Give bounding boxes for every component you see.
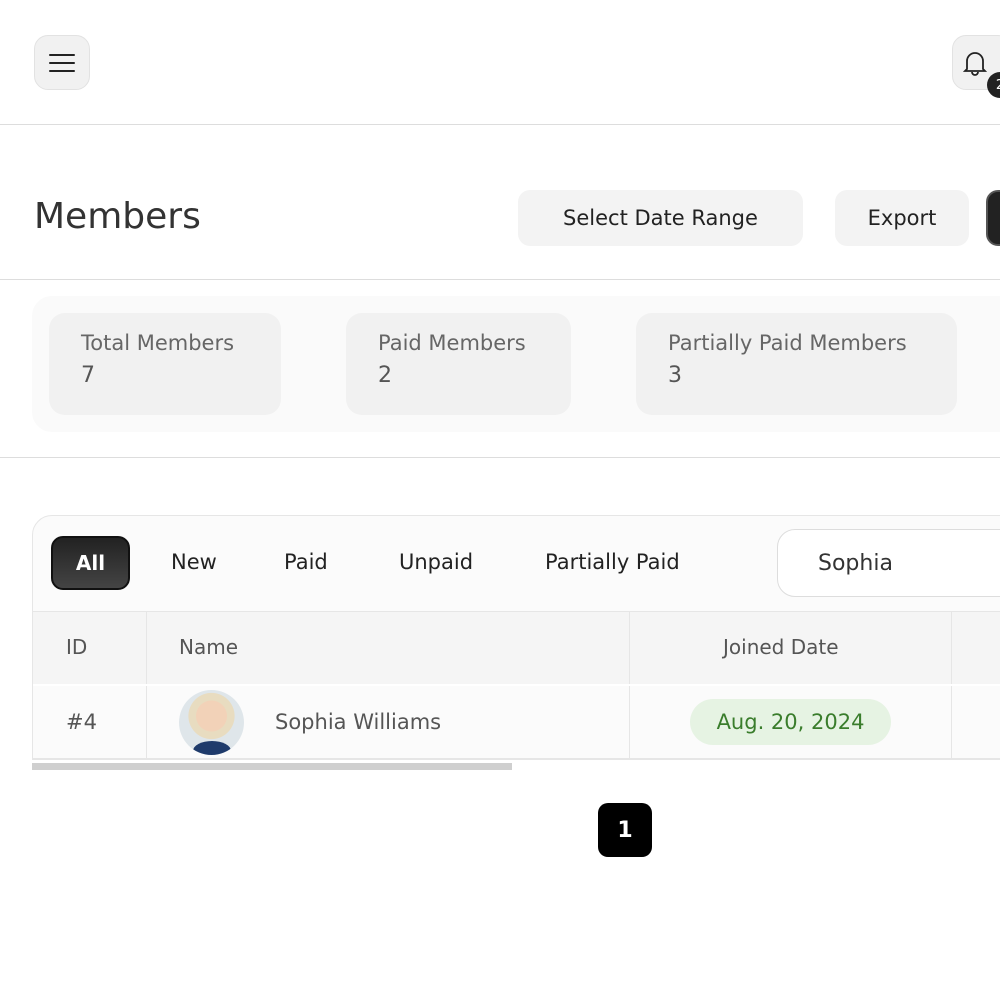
header-divider — [0, 124, 1000, 125]
pagination-page-1[interactable]: 1 — [598, 803, 652, 857]
stat-partially-paid-members: Partially Paid Members 3 — [636, 313, 957, 415]
column-header-id[interactable]: ID — [66, 635, 87, 659]
column-header-joined-date[interactable]: Joined Date — [723, 635, 839, 659]
tab-all[interactable]: All — [51, 536, 130, 590]
horizontal-scrollbar[interactable] — [32, 763, 512, 770]
title-divider — [0, 279, 1000, 280]
avatar — [179, 690, 244, 755]
search-input[interactable]: Sophia — [777, 529, 1000, 597]
tab-unpaid[interactable]: Unpaid — [399, 550, 473, 574]
column-header-name[interactable]: Name — [179, 635, 238, 659]
row-divider — [33, 684, 1000, 686]
tab-paid[interactable]: Paid — [284, 550, 328, 574]
bell-icon — [963, 51, 987, 76]
stat-paid-members: Paid Members 2 — [346, 313, 571, 415]
stats-divider — [0, 457, 1000, 458]
stat-total-members: Total Members 7 — [49, 313, 281, 415]
page-title: Members — [34, 196, 201, 237]
joined-date-badge: Aug. 20, 2024 — [690, 699, 891, 745]
menu-button[interactable] — [34, 35, 90, 90]
primary-action-button[interactable] — [986, 190, 1000, 246]
tab-new[interactable]: New — [171, 550, 217, 574]
member-id: #4 — [66, 710, 97, 734]
export-button[interactable]: Export — [835, 190, 969, 246]
notification-badge: 2 — [987, 72, 1000, 98]
table-bottom-border — [33, 758, 1000, 759]
member-name[interactable]: Sophia Williams — [275, 710, 441, 734]
tab-partially-paid[interactable]: Partially Paid — [545, 550, 680, 574]
hamburger-icon — [49, 53, 75, 72]
select-date-range-button[interactable]: Select Date Range — [518, 190, 803, 246]
